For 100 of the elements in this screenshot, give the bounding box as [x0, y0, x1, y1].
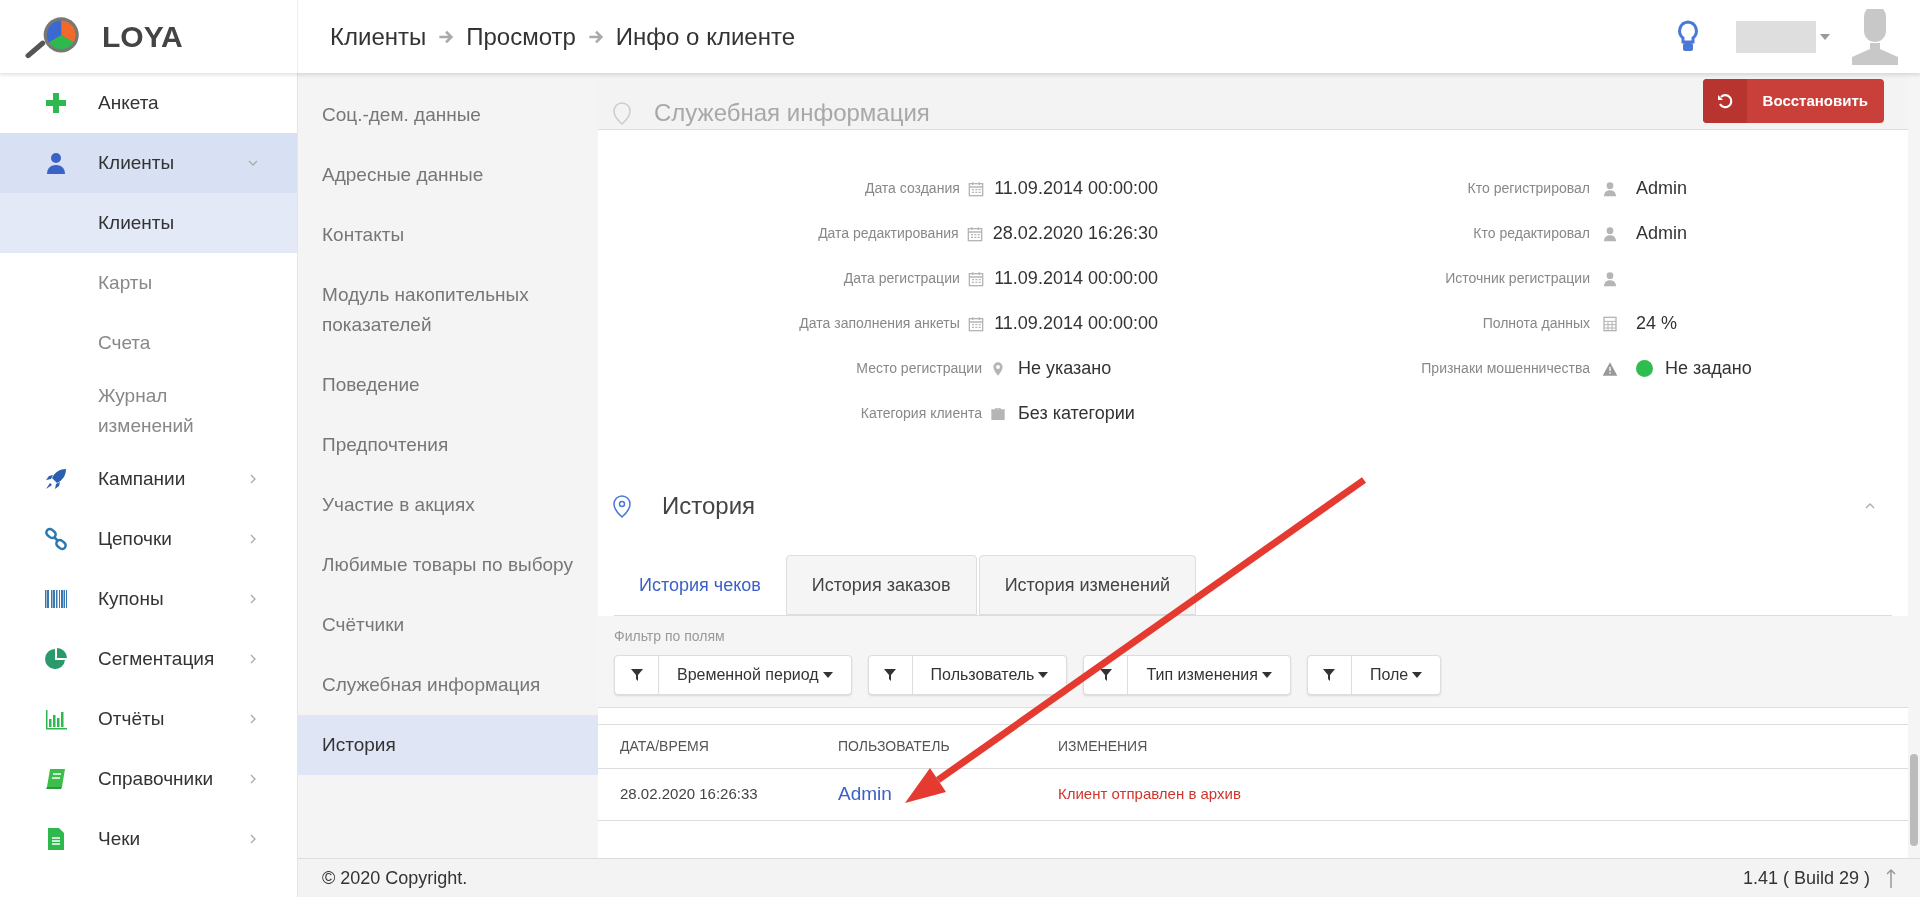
- field-label: Дата регистрации: [842, 269, 961, 288]
- column-header: ДАТА/ВРЕМЯ: [620, 737, 710, 756]
- table-cell-text: Клиент отправлен в архив: [1058, 784, 1241, 805]
- field-label: Признаки мошенничества: [1420, 359, 1591, 378]
- breadcrumb[interactable]: Просмотр: [466, 18, 576, 55]
- scrollbar-thumb[interactable]: [1910, 754, 1918, 846]
- section-nav-item[interactable]: Счётчики: [298, 595, 598, 655]
- map-pin-icon: [610, 99, 634, 127]
- caret-down-icon: [1412, 672, 1423, 678]
- field-value: 24 %: [1636, 312, 1678, 335]
- section-nav-item[interactable]: Адресные данные: [298, 145, 598, 205]
- arrow-right-icon: [587, 28, 604, 45]
- field-value: Без категории: [1018, 402, 1135, 425]
- caret-down-icon: [1261, 672, 1272, 678]
- map-pin-icon: [990, 360, 1006, 377]
- filter-dropdown[interactable]: Пользователь: [867, 655, 1068, 695]
- sidebar-subitem[interactable]: Клиенты: [0, 193, 297, 253]
- arrow-right-icon: [438, 28, 455, 45]
- section-nav-item[interactable]: Модуль накопительных показателей: [298, 265, 598, 355]
- filter-icon: [1323, 669, 1336, 681]
- field-label: Источник регистрации: [1444, 269, 1591, 288]
- barcode-icon: [42, 587, 70, 611]
- sidebar-item[interactable]: Кампании: [0, 449, 297, 509]
- lightbulb-icon[interactable]: [1676, 19, 1700, 54]
- field-value: Admin: [1636, 177, 1688, 200]
- section-nav-item[interactable]: Поведение: [298, 355, 598, 415]
- field-label: Категория клиента: [859, 404, 983, 423]
- version-text: 1.41 ( Build 29 ): [1742, 866, 1870, 890]
- field-value: Admin: [1636, 222, 1688, 245]
- filter-dropdown[interactable]: Временной период: [614, 655, 852, 695]
- sidebar-subitem[interactable]: Счета: [0, 313, 297, 373]
- section-nav-item[interactable]: История: [298, 715, 598, 775]
- book-icon: [44, 767, 68, 791]
- sidebar-item[interactable]: Клиенты: [0, 133, 297, 193]
- chain-link-icon: [44, 527, 68, 551]
- field-value: Не указано: [1018, 357, 1112, 380]
- caret-down-icon: [1820, 33, 1830, 40]
- field-value: 11.09.2014 00:00:00: [994, 177, 1158, 200]
- field-value: 28.02.2020 16:26:30: [992, 222, 1158, 245]
- section-nav-item[interactable]: Контакты: [298, 205, 598, 265]
- undo-icon: [1716, 93, 1733, 109]
- rocket-icon: [44, 467, 68, 491]
- calendar-icon: [967, 315, 984, 332]
- field-label: Дата заполнения анкеты: [798, 314, 961, 333]
- section-title: Служебная информация: [654, 98, 930, 128]
- sidebar-subitem[interactable]: Карты: [0, 253, 297, 313]
- filter-dropdown[interactable]: Тип изменения: [1083, 655, 1291, 695]
- field-label: Дата создания: [863, 179, 961, 198]
- field-value: 11.09.2014 00:00:00: [994, 312, 1158, 335]
- breadcrumb[interactable]: Клиенты: [330, 18, 427, 55]
- sidebar-item[interactable]: Сегментация: [0, 629, 297, 689]
- section-nav-item[interactable]: Предпочтения: [298, 415, 598, 475]
- sidebar-item[interactable]: Анкета: [0, 73, 297, 133]
- tab[interactable]: История чеков: [614, 555, 786, 615]
- calendar-icon: [967, 270, 984, 287]
- section-nav-item[interactable]: Соц.-дем. данные: [298, 85, 598, 145]
- field-label: Кто редактировал: [1472, 224, 1591, 243]
- breadcrumb: Инфо о клиенте: [615, 21, 795, 52]
- column-header: ИЗМЕНЕНИЯ: [1058, 737, 1148, 756]
- plus-icon: [44, 91, 68, 115]
- user-icon: [44, 151, 68, 175]
- tab[interactable]: История изменений: [978, 555, 1197, 615]
- sidebar-item[interactable]: Справочники: [0, 749, 297, 809]
- sidebar-item[interactable]: Цепочки: [0, 509, 297, 569]
- caret-down-icon: [1038, 672, 1049, 678]
- arrow-up-icon[interactable]: [1886, 868, 1896, 888]
- copyright-text: © 2020 Copyright.: [322, 866, 468, 890]
- field-value: Не задано: [1665, 357, 1752, 380]
- section-nav-item[interactable]: Любимые товары по выбору: [298, 535, 598, 595]
- sidebar-item[interactable]: Купоны: [0, 569, 297, 629]
- filter-icon: [630, 669, 643, 681]
- sidebar-item[interactable]: Чеки: [0, 809, 297, 869]
- sidebar-subitem[interactable]: Журнал изменений: [0, 373, 297, 449]
- briefcase-icon: [990, 405, 1006, 422]
- section-nav-item[interactable]: Служебная информация: [298, 655, 598, 715]
- user-link[interactable]: Admin: [838, 783, 892, 805]
- calendar-icon: [967, 180, 984, 197]
- section-title: История: [662, 491, 757, 521]
- user-icon: [1602, 225, 1618, 242]
- filter-icon: [1099, 669, 1112, 681]
- filter-dropdown[interactable]: Поле: [1306, 655, 1442, 695]
- filter-label: Фильтр по полям: [614, 627, 726, 646]
- filter-icon: [884, 669, 897, 681]
- restore-button[interactable]: Восстановить: [1702, 79, 1884, 123]
- section-nav-item[interactable]: Участие в акциях: [298, 475, 598, 535]
- blurred-username[interactable]: [1736, 20, 1816, 53]
- caret-down-icon: [822, 672, 833, 678]
- pie-chart-icon: [44, 647, 68, 671]
- field-value: 11.09.2014 00:00:00: [994, 267, 1158, 290]
- calculator-icon: [1602, 315, 1618, 332]
- table-cell-text: 28.02.2020 16:26:33: [620, 784, 759, 805]
- tab[interactable]: История заказов: [785, 555, 977, 615]
- user-icon: [1602, 270, 1618, 287]
- avatar-silhouette[interactable]: [1850, 8, 1900, 65]
- warning-icon: [1602, 360, 1618, 377]
- field-label: Полнота данных: [1481, 314, 1591, 333]
- column-header: ПОЛЬЗОВАТЕЛЬ: [838, 737, 951, 756]
- sidebar-item[interactable]: Отчёты: [0, 689, 297, 749]
- calendar-icon: [966, 225, 983, 242]
- user-icon: [1602, 180, 1618, 197]
